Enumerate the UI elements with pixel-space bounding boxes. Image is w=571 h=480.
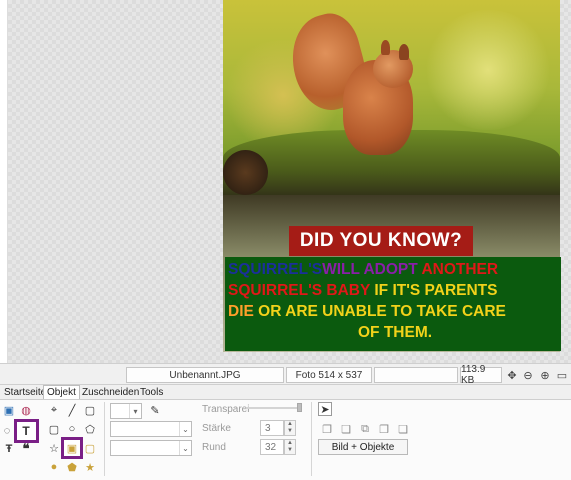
filled-pentagon-icon[interactable]: ⬟ [65,460,79,474]
arrange-icon-1[interactable]: ❐ [320,422,334,436]
ribbon-tabs: Startseite Objekt Zuschneiden Tools [0,385,571,399]
separator [104,402,105,476]
line-tool-icon[interactable]: ╱ [65,403,79,417]
arrange-icon-4[interactable]: ❐ [377,422,391,436]
fact-word: OR ARE UNABLE TO TAKE CARE [258,303,506,320]
fit-to-window-icon[interactable]: ✥ [505,368,519,382]
fact-line-2: SQUIRREL'S BABY IF IT'S PARENTS [228,280,558,301]
speech-bubble-icon[interactable]: ◌ [0,424,14,438]
pinecone [223,150,268,195]
zoom-out-icon[interactable]: ⊖ [521,368,535,382]
status-filename: Unbenannt.JPG [126,367,284,383]
transparency-slider-knob[interactable] [297,403,302,412]
rectangle-tool-icon[interactable]: ▢ [83,403,97,417]
fact-word: WILL ADOPT [322,261,418,278]
fact-line-1: SQUIRREL'SWILL ADOPT ANOTHER [228,259,558,280]
separator [311,402,312,476]
title-text: DID YOU KNOW? [299,230,463,251]
rounded-rect-tool-icon[interactable]: ▢ [47,422,61,436]
fact-line-4: OF THEM. [228,322,558,343]
round-stepper[interactable]: ▲ ▼ [284,439,296,455]
line-style-dropdown[interactable]: ▾ [110,403,142,419]
apply-image-objects-button[interactable]: Bild + Objekte [318,439,408,455]
sticker-icon[interactable]: ◍ [19,403,33,417]
ellipse-tool-icon[interactable]: ○ [65,422,79,436]
filled-rounded-rect-icon[interactable]: ▢ [83,441,97,455]
color-dropdown-1[interactable]: ⌄ [110,421,192,437]
status-empty [374,367,458,383]
arrange-icon-3[interactable]: ⧉ [358,422,372,436]
title-text-object[interactable]: DID YOU KNOW? [289,226,473,256]
select-arrow-icon[interactable]: ➤ [318,402,332,416]
fact-word: SQUIRREL'S [228,261,323,278]
squirrel-ear [381,40,390,55]
zoom-in-icon[interactable]: ⊕ [538,368,552,382]
color-dropdown-2[interactable]: ⌄ [110,440,192,456]
eyedropper-icon[interactable]: ✎ [148,403,162,417]
strength-stepper[interactable]: ▲ ▼ [284,420,296,436]
fact-line-3: DIE OR ARE UNABLE TO TAKE CARE [228,301,558,322]
status-bar: Unbenannt.JPG Foto 514 x 537 113.9 KB ✥ … [0,363,571,386]
squirrel-ear [399,44,409,60]
pentagon-tool-icon[interactable]: ⬠ [83,422,97,436]
tab-tools[interactable]: Tools [136,385,167,399]
filled-star-icon[interactable]: ★ [83,460,97,474]
round-input[interactable]: 32 [260,439,284,455]
background-bokeh [423,10,553,130]
fact-word: ANOTHER [421,261,499,278]
strength-input[interactable]: 3 [260,420,284,436]
tab-zuschneiden[interactable]: Zuschneiden [78,385,143,399]
status-file-size: 113.9 KB [460,364,502,386]
fact-word: SQUIRREL'S BABY [228,282,371,299]
image-object-icon[interactable]: ▣ [2,403,16,417]
fact-word: IF IT'S PARENTS [374,282,498,299]
quote-icon[interactable]: ❝ [19,441,33,456]
transparency-slider[interactable] [246,407,302,409]
fact-word: DIE [228,303,254,320]
filled-ellipse-icon[interactable]: ● [47,460,61,474]
text-small-icon[interactable]: Ŧ [2,442,16,456]
left-edge-strip [0,0,8,363]
filled-rect-tool-icon[interactable]: ▣ [65,441,79,455]
transparency-label: Transparei [202,404,250,415]
magic-pen-icon[interactable]: ⌖ [47,403,61,417]
arrange-icon-5[interactable]: ❏ [396,422,410,436]
tab-objekt[interactable]: Objekt [43,385,80,399]
fact-word: OF THEM. [358,324,433,341]
round-label: Rund [202,442,226,453]
actual-size-icon[interactable]: ▭ [555,368,569,382]
strength-label: Stärke [202,423,231,434]
text-tool-icon[interactable]: T [19,424,33,438]
arrange-icon-2[interactable]: ❏ [339,422,353,436]
star-tool-icon[interactable]: ☆ [47,441,61,455]
status-photo-size: Foto 514 x 537 [286,367,372,383]
fact-text-object[interactable]: SQUIRREL'SWILL ADOPT ANOTHER SQUIRREL'S … [225,257,561,351]
